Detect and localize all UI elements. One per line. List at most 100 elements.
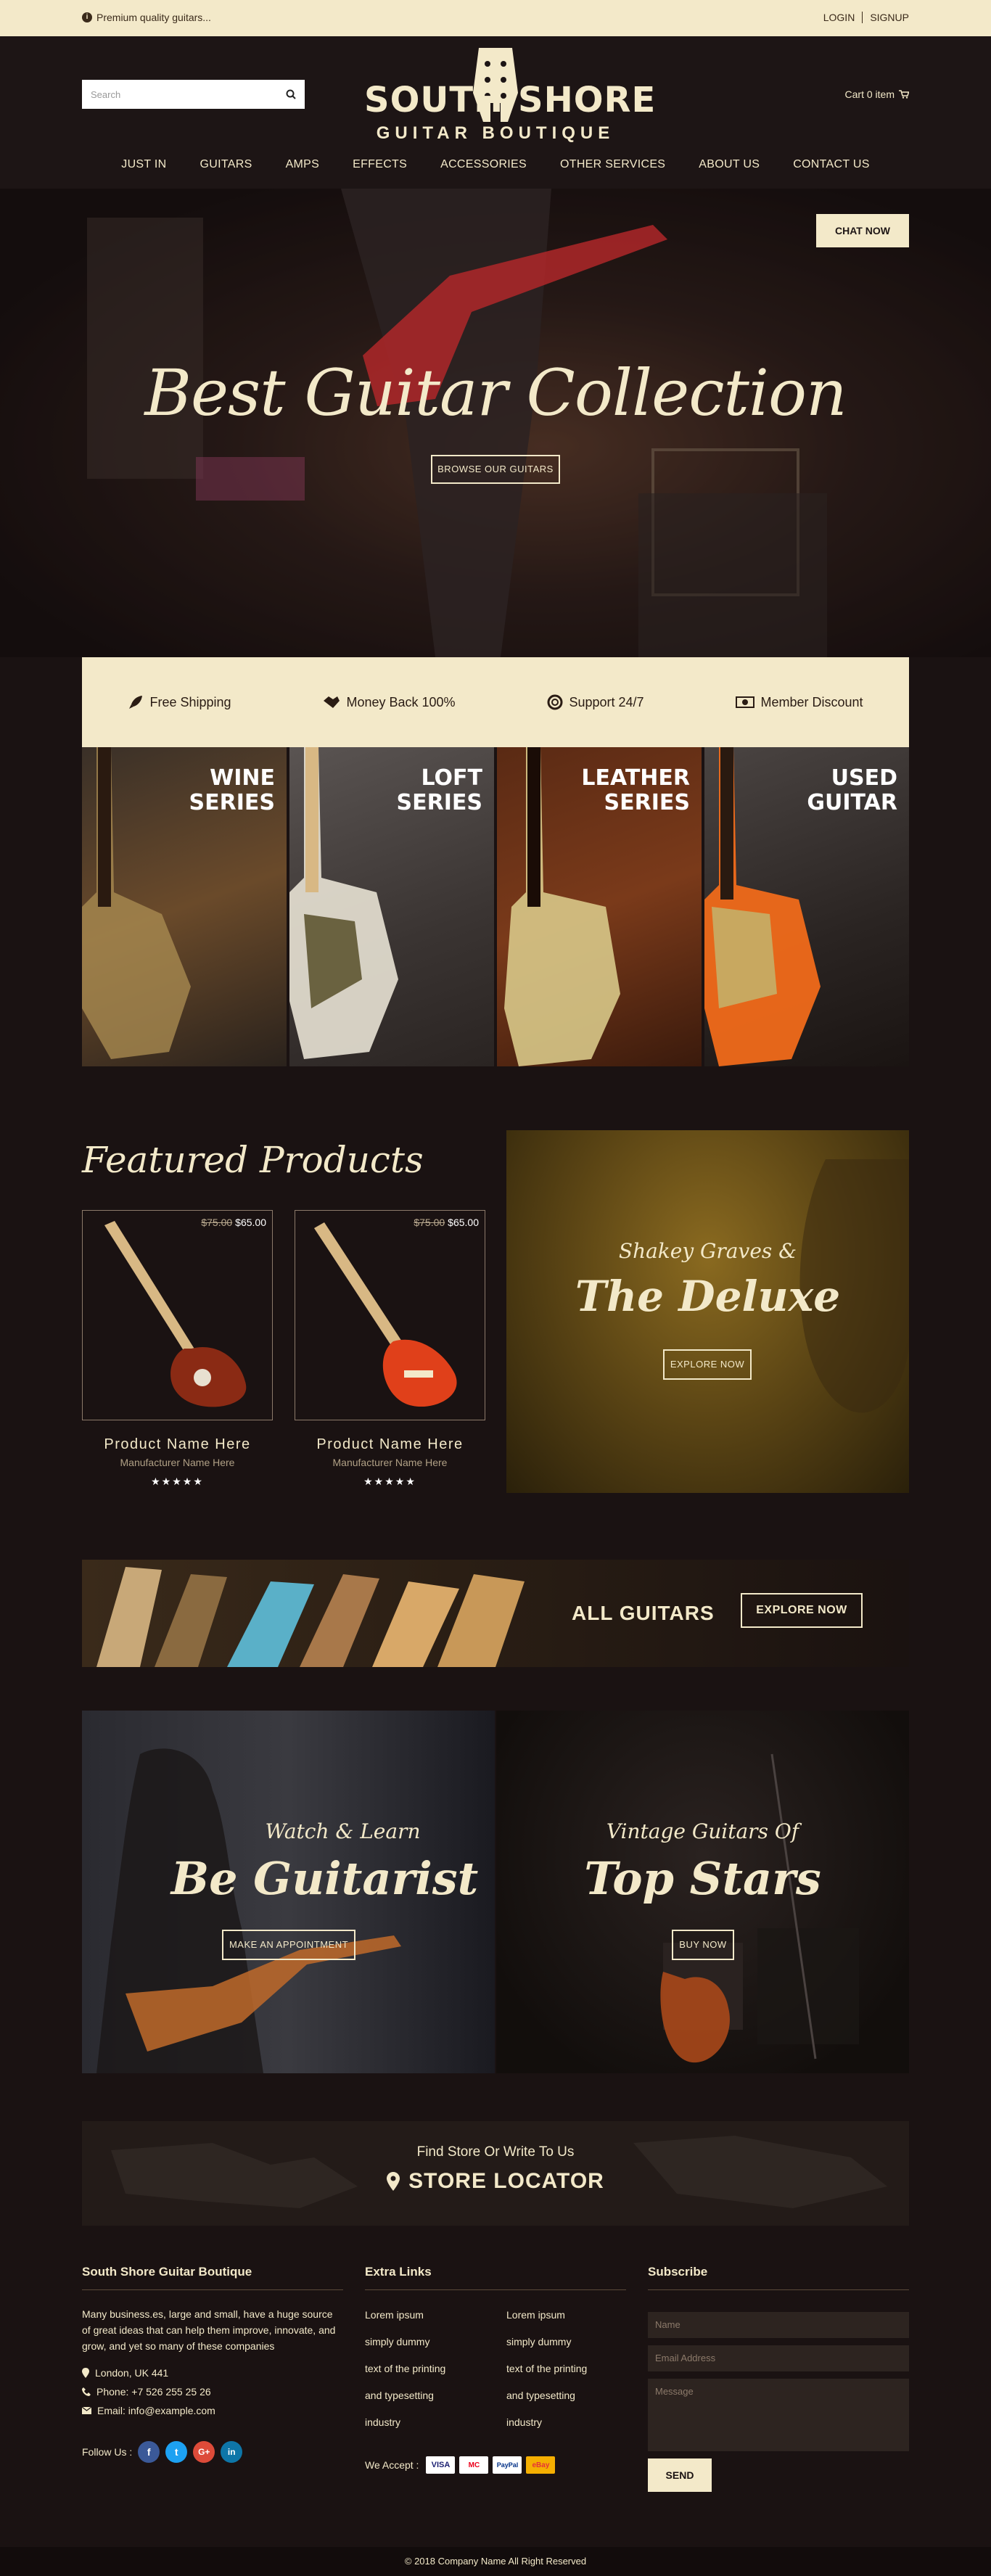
footer-about: South Shore Guitar Boutique Many busines… <box>82 2265 343 2463</box>
nav-amps[interactable]: AMPS <box>286 158 320 171</box>
feature-free-shipping: Free Shipping <box>128 694 231 710</box>
links-col-2: Lorem ipsum simply dummy text of the pri… <box>506 2309 626 2443</box>
features-strip: Free Shipping Money Back 100% Support 24… <box>82 657 909 747</box>
guitars-image <box>96 1567 525 1667</box>
footer-links-title: Extra Links <box>365 2265 432 2279</box>
footer-link[interactable]: text of the printing <box>365 2363 506 2390</box>
phone-row: Phone: +7 526 255 25 26 <box>82 2386 343 2398</box>
email-text[interactable]: Email: info@example.com <box>97 2405 215 2416</box>
nav-other-services[interactable]: OTHER SERVICES <box>560 158 665 171</box>
info-icon: i <box>82 12 92 22</box>
series-label: LEATHER SERIES <box>581 765 690 815</box>
linkedin-icon[interactable]: in <box>221 2441 243 2463</box>
logo[interactable]: SOUTH SHORE GUITAR BOUTIQUE <box>363 42 655 151</box>
nav-accessories[interactable]: ACCESSORIES <box>440 158 527 171</box>
ebay-icon: eBay <box>526 2456 556 2474</box>
phone-text: Phone: +7 526 255 25 26 <box>96 2386 211 2398</box>
series-label: LOFT SERIES <box>396 765 482 815</box>
footer-link[interactable]: Lorem ipsum <box>365 2309 506 2336</box>
signup-link[interactable]: SIGNUP <box>870 12 909 23</box>
mastercard-icon: MC <box>459 2456 489 2474</box>
name-field[interactable]: Name <box>648 2312 909 2338</box>
footer-link[interactable]: and typesetting <box>365 2390 506 2416</box>
handshake-icon <box>324 696 340 708</box>
twitter-icon[interactable]: t <box>165 2441 188 2463</box>
logo-south: SOUTH <box>364 80 504 120</box>
chat-now-button[interactable]: CHAT NOW <box>816 214 909 247</box>
facebook-icon[interactable]: f <box>138 2441 160 2463</box>
promo-title: Be Guitarist <box>170 1852 479 1905</box>
series-card-used[interactable]: USED GUITAR <box>704 747 909 1066</box>
browse-guitars-button[interactable]: BROWSE OUR GUITARS <box>431 455 560 484</box>
product-name[interactable]: Product Name Here <box>295 1436 485 1453</box>
deluxe-title: The Deluxe <box>575 1272 841 1321</box>
map-pin-icon <box>387 2172 400 2191</box>
series-card-loft[interactable]: LOFT SERIES <box>289 747 494 1066</box>
all-guitars-explore-button[interactable]: EXPLORE NOW <box>741 1593 863 1628</box>
footer-link[interactable]: Lorem ipsum <box>506 2309 626 2336</box>
promo-kicker: Watch & Learn <box>265 1819 421 1843</box>
divider <box>862 12 863 23</box>
deluxe-kicker: Shakey Graves & <box>618 1239 797 1263</box>
explore-now-button[interactable]: EXPLORE NOW <box>663 1349 752 1380</box>
footer-link[interactable]: industry <box>365 2416 506 2443</box>
message-field[interactable]: Message <box>648 2379 909 2451</box>
product-card[interactable]: $75.00 $65.00 <box>295 1210 485 1420</box>
nav-just-in[interactable]: JUST IN <box>121 158 166 171</box>
links-col-1: Lorem ipsum simply dummy text of the pri… <box>365 2309 506 2443</box>
footer-links: Extra Links Lorem ipsum simply dummy tex… <box>365 2265 626 2474</box>
product-card[interactable]: $75.00 $65.00 <box>82 1210 273 1420</box>
cart-link[interactable]: Cart 0 item <box>845 89 909 100</box>
top-note: i Premium quality guitars... <box>82 12 211 23</box>
buy-now-button[interactable]: BUY NOW <box>672 1930 734 1960</box>
cart-icon <box>899 90 909 99</box>
google-plus-icon[interactable]: G+ <box>193 2441 215 2463</box>
cart-label: Cart 0 item <box>844 89 895 100</box>
split-promos: Watch & Learn Be Guitarist MAKE AN APPOI… <box>82 1711 909 2073</box>
footer-link[interactable]: and typesetting <box>506 2390 626 2416</box>
top-bar: i Premium quality guitars... LOGIN SIGNU… <box>0 0 991 36</box>
footer-about-text: Many business.es, large and small, have … <box>82 2308 336 2352</box>
money-icon <box>736 696 755 708</box>
send-button[interactable]: SEND <box>648 2458 712 2492</box>
follow-label: Follow Us : <box>82 2446 133 2458</box>
store-locator-banner[interactable]: Find Store Or Write To Us STORE LOCATOR <box>82 2121 909 2226</box>
divider <box>82 2289 343 2290</box>
product-price: $75.00 $65.00 <box>414 1217 479 1228</box>
footer-link[interactable]: text of the printing <box>506 2363 626 2390</box>
feature-label: Support 24/7 <box>569 694 644 709</box>
address-row: London, UK 441 <box>82 2367 343 2379</box>
guitar-image <box>104 1221 247 1407</box>
search-input[interactable]: Search <box>82 80 305 109</box>
account-links: LOGIN SIGNUP <box>823 12 909 23</box>
footer-link[interactable]: simply dummy <box>506 2336 626 2363</box>
nav-about-us[interactable]: ABOUT US <box>699 158 760 171</box>
product-name[interactable]: Product Name Here <box>82 1436 273 1453</box>
search-icon[interactable] <box>286 89 296 99</box>
nav-effects[interactable]: EFFECTS <box>353 158 407 171</box>
rating-stars: ★★★★★ <box>363 1476 416 1487</box>
series-card-leather[interactable]: LEATHER SERIES <box>497 747 702 1066</box>
paypal-icon: PayPal <box>493 2456 522 2474</box>
links-columns: Lorem ipsum simply dummy text of the pri… <box>365 2309 626 2443</box>
footer-link[interactable]: simply dummy <box>365 2336 506 2363</box>
address-text: London, UK 441 <box>95 2367 169 2379</box>
subscribe-form: Name Email Address Message SEND <box>648 2312 909 2492</box>
subscribe-title: Subscribe <box>648 2265 708 2279</box>
product-price: $75.00 $65.00 <box>201 1217 266 1228</box>
login-link[interactable]: LOGIN <box>823 12 855 23</box>
nav-guitars[interactable]: GUITARS <box>200 158 252 171</box>
manufacturer-name: Manufacturer Name Here <box>332 1457 448 1468</box>
old-price: $75.00 <box>201 1217 233 1228</box>
footer: South Shore Guitar Boutique Many busines… <box>82 2265 909 2540</box>
envelope-icon <box>82 2407 91 2414</box>
footer-link[interactable]: industry <box>506 2416 626 2443</box>
store-title: STORE LOCATOR <box>408 2169 604 2193</box>
nav-contact-us[interactable]: CONTACT US <box>793 158 870 171</box>
make-appointment-button[interactable]: MAKE AN APPOINTMENT <box>222 1930 355 1960</box>
email-row: Email: info@example.com <box>82 2405 343 2416</box>
series-card-wine[interactable]: WINE SERIES <box>82 747 287 1066</box>
visa-icon: VISA <box>426 2456 456 2474</box>
email-field[interactable]: Email Address <box>648 2345 909 2371</box>
top-note-text: Premium quality guitars... <box>96 12 211 23</box>
